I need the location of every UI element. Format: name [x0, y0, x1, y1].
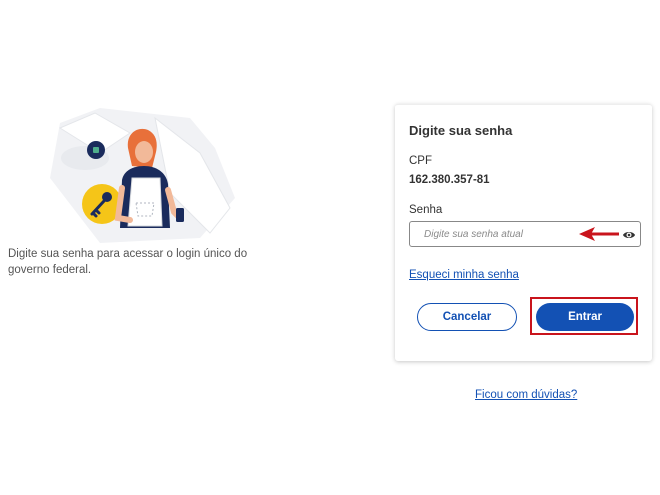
password-label: Senha [409, 204, 443, 216]
login-illustration [40, 108, 245, 248]
password-field [409, 221, 641, 247]
enter-button[interactable]: Entrar [536, 303, 634, 331]
forgot-password-link[interactable]: Esqueci minha senha [409, 269, 519, 281]
intro-message: Digite sua senha para acessar o login ún… [8, 248, 248, 276]
card-title: Digite sua senha [409, 123, 513, 138]
cpf-label: CPF [409, 155, 432, 167]
password-input[interactable] [410, 222, 610, 246]
password-card: Digite sua senha CPF 162.380.357-81 Senh… [395, 104, 652, 361]
cpf-value: 162.380.357-81 [409, 174, 490, 186]
eye-icon[interactable] [622, 228, 636, 240]
cancel-button[interactable]: Cancelar [417, 303, 517, 331]
help-link[interactable]: Ficou com dúvidas? [475, 389, 577, 401]
phone-icon [176, 208, 184, 222]
